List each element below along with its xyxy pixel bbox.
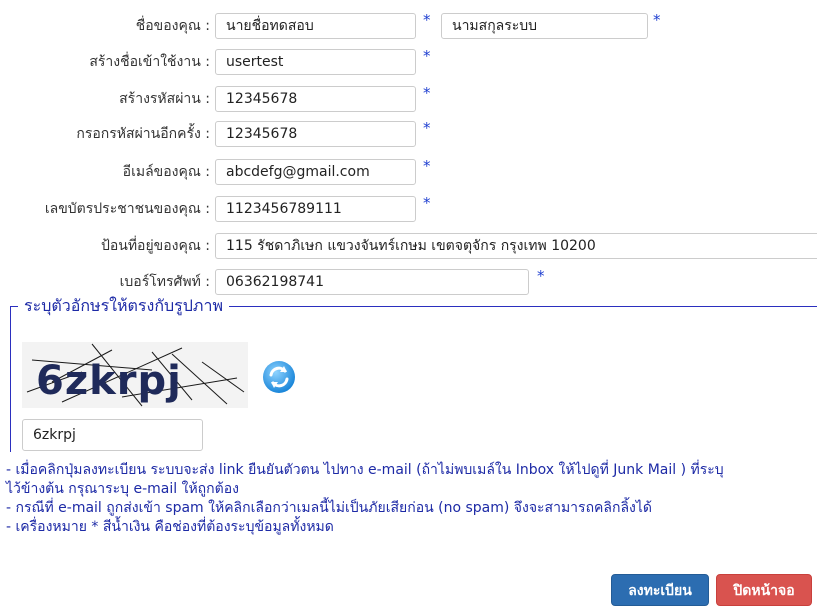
phone-label-wrap: เบอร์โทรศัพท์ : <box>0 268 210 296</box>
address-label-wrap: ป้อนที่อยู่ของคุณ : <box>0 232 210 260</box>
email-label: อีเมล์ของคุณ : <box>122 164 210 180</box>
confirm-password-label-wrap: กรอกรหัสผ่านอีกครั้ง : <box>0 120 210 148</box>
address-input[interactable]: 115 รัชดาภิเษก แขวงจันทร์เกษม เขตจตุจักร… <box>215 233 817 259</box>
email-label-wrap: อีเมล์ของคุณ : <box>0 158 210 186</box>
close-button[interactable]: ปิดหน้าจอ <box>716 574 812 606</box>
name-label-wrap: ชื่อของคุณ : <box>0 12 210 40</box>
required-mark: * <box>423 194 431 212</box>
note-line-4: - เครื่องหมาย * สีน้ำเงิน คือช่องที่ต้อง… <box>6 519 334 535</box>
email-input[interactable]: abcdefg@gmail.com <box>215 159 416 185</box>
username-label: สร้างชื่อเข้าใช้งาน : <box>89 54 210 70</box>
register-button[interactable]: ลงทะเบียน <box>611 574 709 606</box>
password-label-wrap: สร้างรหัสผ่าน : <box>0 85 210 113</box>
captcha-text: 6zkrpj <box>36 358 182 404</box>
username-label-wrap: สร้างชื่อเข้าใช้งาน : <box>0 48 210 76</box>
required-mark: * <box>423 84 431 102</box>
required-mark: * <box>423 47 431 65</box>
note-line-3: - กรณีที่ e-mail ถูกส่งเข้า spam ให้คลิก… <box>6 500 653 516</box>
captcha-legend: ระบุตัวอักษรให้ตรงกับรูปภาพ <box>18 297 229 315</box>
id-card-input[interactable]: 1123456789111 <box>215 196 416 222</box>
refresh-icon[interactable] <box>262 360 296 394</box>
id-card-label: เลขบัตรประชาชนของคุณ : <box>44 201 210 217</box>
required-mark: * <box>537 267 545 285</box>
first-name-input[interactable]: นายชื่อทดสอบ <box>215 13 416 39</box>
captcha-image: 6zkrpj <box>22 342 248 408</box>
note-line-1: - เมื่อคลิกปุ่มลงทะเบียน ระบบจะส่ง link … <box>6 462 724 478</box>
password-label: สร้างรหัสผ่าน : <box>119 91 210 107</box>
note-line-2: ไว้ข้างต้น กรุณาระบุ e-mail ให้ถูกต้อง <box>6 481 239 497</box>
confirm-password-input[interactable]: 12345678 <box>215 121 416 147</box>
password-input[interactable]: 12345678 <box>215 86 416 112</box>
required-mark: * <box>423 119 431 137</box>
last-name-input[interactable]: นามสกุลระบบ <box>441 13 648 39</box>
username-input[interactable]: usertest <box>215 49 416 75</box>
required-mark: * <box>423 11 431 29</box>
required-mark: * <box>423 157 431 175</box>
captcha-input[interactable]: 6zkrpj <box>22 419 203 451</box>
required-mark: * <box>653 11 661 29</box>
phone-label: เบอร์โทรศัพท์ : <box>119 274 210 290</box>
id-card-label-wrap: เลขบัตรประชาชนของคุณ : <box>0 195 210 223</box>
name-label: ชื่อของคุณ : <box>135 18 210 34</box>
phone-input[interactable]: 06362198741 <box>215 269 529 295</box>
confirm-password-label: กรอกรหัสผ่านอีกครั้ง : <box>76 126 210 142</box>
address-label: ป้อนที่อยู่ของคุณ : <box>100 238 210 254</box>
